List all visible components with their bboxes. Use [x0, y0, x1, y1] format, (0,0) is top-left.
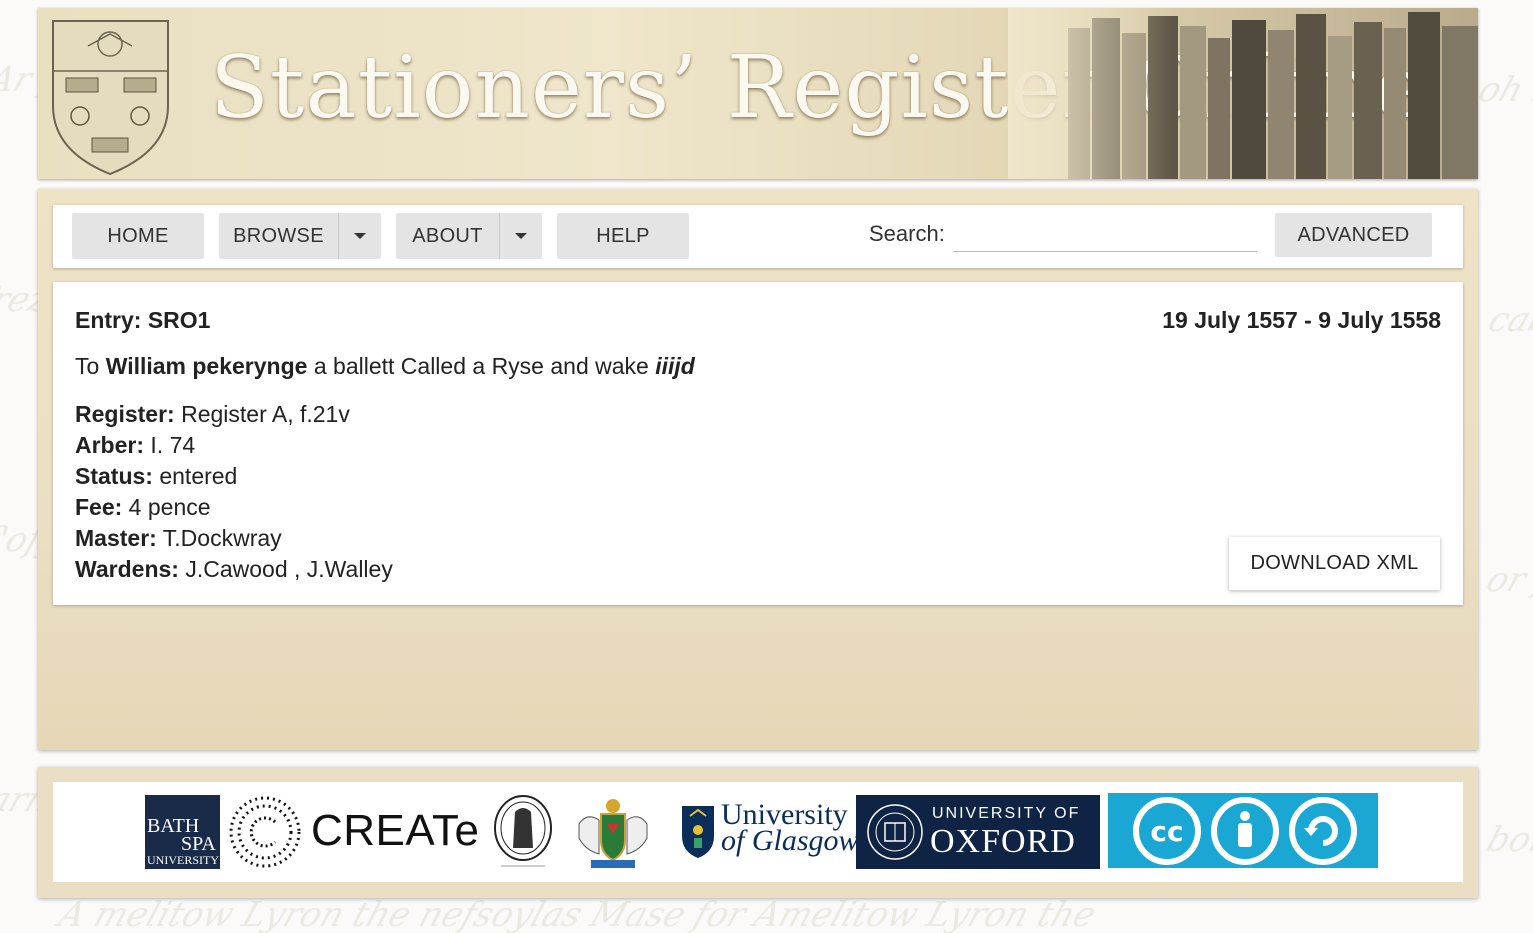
arber-row: Arber: I. 74 [75, 430, 393, 461]
glasgow-logo-text[interactable]: University of Glasgow [721, 800, 859, 857]
entry-text-prefix: To [75, 353, 106, 379]
wardens-value[interactable]: J.Cawood , J.Walley [179, 556, 393, 582]
master-label: Master: [75, 525, 157, 551]
entry-text-middle: a ballett Called a Ryse and wake [307, 353, 656, 379]
master-row: Master: T.Dockwray [75, 523, 393, 554]
nav-browse-label: BROWSE [233, 224, 324, 247]
entry-date-range: 19 July 1557 - 9 July 1558 [1162, 307, 1441, 333]
register-value: Register A, f.21v [174, 401, 350, 427]
search-label: Search: [869, 221, 945, 246]
bathspa-line3: UNIVERSITY [147, 853, 219, 867]
create-dots-icon[interactable] [227, 794, 303, 870]
arber-value: I. 74 [144, 432, 196, 458]
fee-row: Fee: 4 pence [75, 492, 393, 523]
register-label: Register: [75, 401, 175, 427]
nav-help-label: HELP [596, 224, 650, 247]
oxford-line1: UNIVERSITY OF [932, 805, 1081, 822]
crest-logo [52, 20, 169, 176]
chevron-down-icon [354, 233, 366, 239]
advanced-search-button[interactable]: ADVANCED [1275, 213, 1432, 257]
site-banner[interactable]: Stationers’ Register Online [38, 8, 1478, 179]
download-xml-button[interactable]: DOWNLOAD XML [1229, 537, 1440, 590]
nav-home-button[interactable]: HOME [72, 213, 204, 259]
entry-text: To William pekerynge a ballett Called a … [75, 353, 695, 380]
master-value[interactable]: T.Dockwray [157, 525, 282, 551]
books-image [1008, 8, 1478, 179]
register-row: Register: Register A, f.21v [75, 399, 393, 430]
oxford-logo[interactable]: UNIVERSITY OF OXFORD [856, 795, 1100, 869]
status-value: entered [152, 463, 238, 489]
chevron-down-icon [515, 233, 527, 239]
entry-text-fee: iiijd [655, 353, 695, 379]
browse-dropdown-toggle[interactable] [338, 213, 381, 259]
nav-help-button[interactable]: HELP [557, 213, 689, 259]
arber-label: Arber: [75, 432, 145, 458]
wardens-row: Wardens: J.Cawood , J.Walley [75, 554, 393, 585]
navigation-bar: HOME BROWSE ABOUT HELP Search: ADVANCED [53, 205, 1463, 268]
entry-id: Entry: SRO1 [75, 307, 211, 333]
bath-spa-logo[interactable]: BATH SPA UNIVERSITY [145, 795, 220, 869]
status-row: Status: entered [75, 461, 393, 492]
nav-home-label: HOME [107, 224, 169, 247]
nav-browse-button[interactable]: BROWSE [219, 213, 381, 259]
entry-metadata: Register: Register A, f.21v Arber: I. 74… [75, 399, 393, 585]
entry-card: Entry: SRO1 19 July 1557 - 9 July 1558 T… [53, 282, 1463, 605]
nav-about-button[interactable]: ABOUT [396, 213, 542, 259]
glasgow-shield-icon[interactable] [680, 804, 716, 860]
fee-label: Fee: [75, 494, 123, 520]
coat-of-arms-icon[interactable] [565, 794, 661, 870]
glasgow-line2: of Glasgow [721, 824, 859, 857]
create-logo-text[interactable]: CREATe [311, 806, 479, 856]
about-dropdown-toggle[interactable] [499, 213, 542, 259]
oxford-seal-icon [867, 804, 923, 860]
search-input[interactable] [953, 217, 1257, 252]
wardens-label: Wardens: [75, 556, 179, 582]
oxford-line2: OXFORD [930, 823, 1076, 860]
status-label: Status: [75, 463, 153, 489]
creative-commons-logo[interactable]: cc [1108, 793, 1378, 868]
entry-person-name[interactable]: William pekerynge [106, 353, 308, 379]
fee-value: 4 pence [122, 494, 211, 520]
cc-by-sa-icon: cc [1133, 797, 1357, 865]
bibliographical-society-icon[interactable] [491, 792, 555, 870]
nav-about-label: ABOUT [412, 224, 483, 247]
partner-logos: BATH SPA UNIVERSITY CREATe University of… [53, 782, 1463, 882]
main-panel: HOME BROWSE ABOUT HELP Search: ADVANCED … [38, 189, 1478, 750]
footer: BATH SPA UNIVERSITY CREATe University of… [38, 767, 1478, 898]
svg-text:cc: cc [1150, 815, 1183, 848]
